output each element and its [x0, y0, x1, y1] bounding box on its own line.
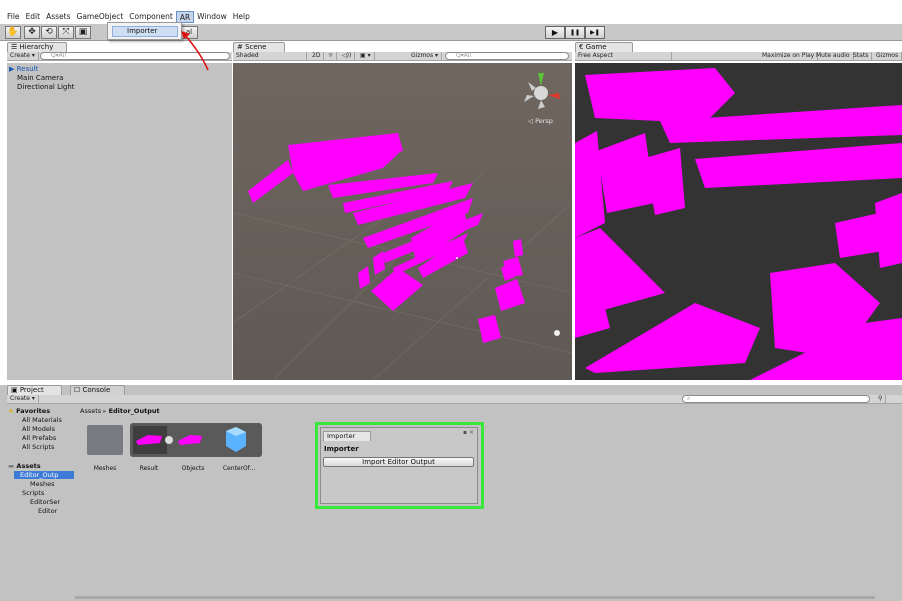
importer-highlight-box: [315, 422, 484, 509]
menu-ar[interactable]: AR: [175, 10, 195, 23]
rect-tool-button[interactable]: ▣: [75, 26, 91, 39]
favorites-header[interactable]: ★ Favorites: [8, 407, 50, 415]
hand-tool-button[interactable]: ✋: [5, 26, 21, 39]
project-scrollbar[interactable]: [75, 596, 875, 599]
tab-hierarchy[interactable]: ☰ Hierarchy: [7, 42, 67, 52]
move-tool-button[interactable]: ✥: [24, 26, 40, 39]
menu-bar: File Edit Assets GameObject Component AR…: [0, 0, 902, 24]
tab-project[interactable]: ▣ Project: [7, 385, 62, 395]
hierarchy-panel: ▶ Result Main Camera Directional Light: [7, 63, 232, 380]
breadcrumb-separator: ▸: [103, 407, 107, 415]
scene-meshes: [248, 133, 525, 343]
breadcrumb-assets[interactable]: Assets: [80, 407, 101, 415]
hierarchy-item-directional-light[interactable]: Directional Light: [17, 83, 75, 92]
scene-mesh-canvas: [233, 73, 572, 380]
favorite-all-materials[interactable]: All Materials: [22, 416, 62, 424]
scene-gizmos-dropdown[interactable]: Gizmos ▾: [408, 52, 443, 61]
menu-edit[interactable]: Edit: [23, 11, 44, 23]
scene-light-icon[interactable]: ☼: [325, 52, 338, 61]
tree-item-editorser[interactable]: EditorSer: [30, 498, 60, 506]
tree-item-editor-output[interactable]: Editor_Outp: [14, 471, 74, 479]
hierarchy-item-main-camera[interactable]: Main Camera: [17, 74, 63, 83]
scene-orientation-gizmo-icon: [524, 73, 560, 109]
asset-label-meshes: Meshes: [93, 465, 117, 472]
game-gizmos-toggle[interactable]: Gizmos: [873, 52, 902, 61]
scene-audio-icon[interactable]: ◁)): [339, 52, 356, 61]
folder-meshes-icon[interactable]: [87, 425, 123, 455]
menu-window[interactable]: Window: [194, 11, 230, 23]
favorite-all-scripts[interactable]: All Scripts: [22, 443, 54, 451]
menu-gameobject[interactable]: GameObject: [74, 11, 127, 23]
scale-tool-button[interactable]: ⤧: [58, 26, 74, 39]
game-maximize-toggle[interactable]: Maximize on Play: [759, 52, 819, 61]
game-aspect-dropdown[interactable]: Free Aspect: [575, 52, 672, 61]
tree-item-meshes[interactable]: Meshes: [30, 480, 55, 488]
game-viewport[interactable]: [575, 63, 902, 380]
project-create-button[interactable]: Create ▾: [7, 395, 39, 404]
result-prefab-group[interactable]: [130, 423, 262, 457]
favorite-all-prefabs[interactable]: All Prefabs: [22, 434, 56, 442]
result-prefab-icon: [133, 426, 246, 454]
star-icon: ★: [8, 407, 14, 415]
tab-console[interactable]: ☐ Console: [70, 385, 125, 395]
hierarchy-create-button[interactable]: Create ▾: [7, 52, 39, 61]
folder-icon: ▬: [8, 462, 15, 470]
rotate-tool-button[interactable]: ⟲: [41, 26, 57, 39]
asset-label-centerof: CenterOf...: [222, 465, 256, 472]
favorite-all-models[interactable]: All Models: [22, 425, 55, 433]
breadcrumb: Assets ▸ Editor_Output: [80, 407, 160, 415]
menu-file[interactable]: File: [4, 11, 23, 23]
step-button[interactable]: ▶❚: [585, 26, 605, 39]
pause-button[interactable]: ❚❚: [565, 26, 585, 39]
tree-item-editor[interactable]: Editor: [38, 507, 57, 515]
game-meshes: [575, 68, 902, 380]
game-toolbar: Free Aspect Maximize on Play Mute audio …: [575, 52, 902, 61]
assets-folder-header[interactable]: ▬ Assets: [8, 462, 41, 470]
game-stats-toggle[interactable]: Stats: [850, 52, 873, 61]
tab-game[interactable]: € Game: [575, 42, 633, 52]
hierarchy-item-result[interactable]: ▶ Result: [9, 65, 38, 74]
game-mesh-canvas: [575, 68, 902, 380]
tab-scene[interactable]: # Scene: [233, 42, 285, 52]
project-toolbar: Create ▾ ⌕ ⚲: [7, 395, 902, 404]
scene-viewport[interactable]: ◁ Persp: [233, 63, 572, 380]
menu-assets[interactable]: Assets: [43, 11, 73, 23]
menu-item-importer[interactable]: Importer: [112, 26, 178, 37]
scene-search-input[interactable]: Q▾All: [445, 52, 569, 60]
play-button[interactable]: ▶: [545, 26, 565, 39]
annotation-arrow-icon: [181, 31, 209, 71]
scene-toolbar: Shaded 2D ☼ ◁)) ▣ ▾ Gizmos ▾ Q▾All: [233, 52, 572, 61]
scene-shading-dropdown[interactable]: Shaded: [233, 52, 307, 61]
project-filter-icon[interactable]: ⚲: [875, 395, 887, 404]
scene-persp-label[interactable]: ◁ Persp: [528, 117, 553, 125]
scene-2d-toggle[interactable]: 2D: [309, 52, 325, 61]
scene-light-icon: [554, 330, 560, 336]
breadcrumb-editor-output[interactable]: Editor_Output: [109, 407, 160, 415]
menu-component[interactable]: Component: [126, 11, 176, 23]
asset-label-result: Result: [139, 465, 159, 472]
tree-item-scripts[interactable]: Scripts: [22, 489, 44, 497]
asset-label-objects: Objects: [181, 465, 205, 472]
game-mute-toggle[interactable]: Mute audio: [813, 52, 854, 61]
menu-help[interactable]: Help: [230, 11, 253, 23]
project-search-input[interactable]: ⌕: [682, 395, 870, 403]
scene-fx-dropdown[interactable]: ▣ ▾: [357, 52, 375, 61]
